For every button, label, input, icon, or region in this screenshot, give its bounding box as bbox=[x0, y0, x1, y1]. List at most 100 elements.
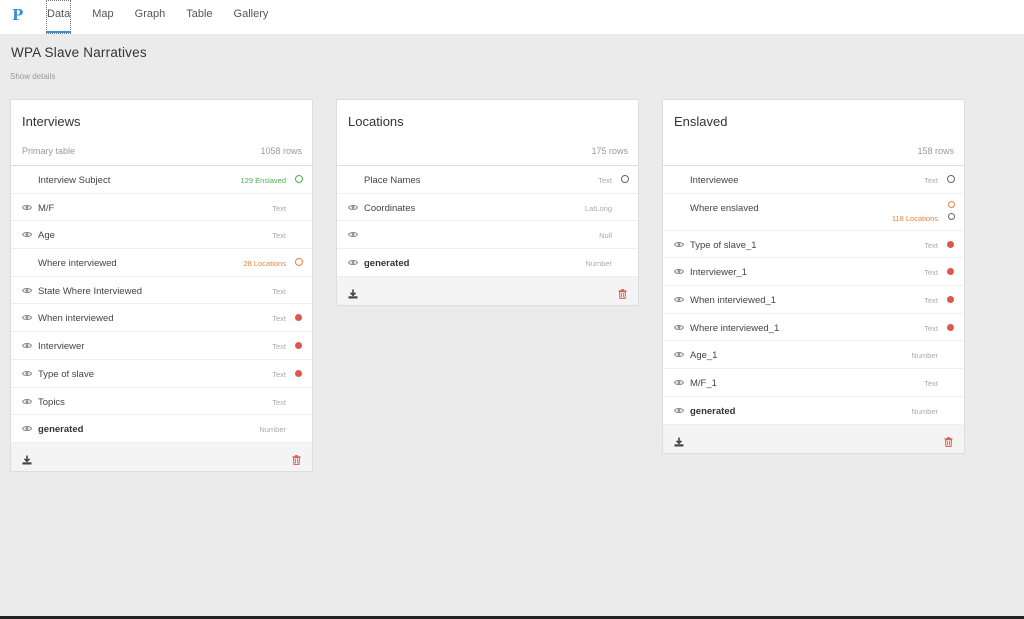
field-type[interactable]: Null bbox=[599, 231, 612, 240]
eye-icon[interactable] bbox=[21, 341, 33, 349]
field-row[interactable]: M/F Text bbox=[11, 194, 312, 222]
link-circle-icon[interactable] bbox=[948, 212, 955, 220]
link-circle-icon[interactable] bbox=[295, 175, 303, 183]
card-title[interactable]: Enslaved bbox=[674, 114, 727, 129]
relation-link[interactable]: 118 Locations bbox=[892, 214, 938, 223]
field-row[interactable]: Interview Subject 129 Enslaved bbox=[11, 166, 312, 194]
field-type[interactable]: Text bbox=[272, 370, 286, 379]
field-row[interactable]: Interviewer Text bbox=[11, 332, 312, 360]
field-row[interactable]: State Where Interviewed Text bbox=[11, 277, 312, 305]
field-name[interactable]: Interviewee bbox=[690, 175, 739, 186]
field-row[interactable]: Type of slave Text bbox=[11, 360, 312, 388]
field-row[interactable]: generated Number bbox=[11, 415, 312, 443]
relation-link[interactable]: 129 Enslaved bbox=[241, 176, 286, 185]
eye-icon[interactable] bbox=[673, 406, 685, 413]
eye-icon[interactable] bbox=[21, 397, 33, 404]
eye-icon[interactable] bbox=[21, 230, 33, 238]
field-type[interactable]: Text bbox=[272, 314, 286, 323]
eye-icon[interactable] bbox=[347, 203, 359, 210]
field-row[interactable]: Interviewee Text bbox=[663, 166, 964, 194]
field-type[interactable]: LatLong bbox=[585, 204, 612, 213]
tab-graph[interactable]: Graph bbox=[135, 0, 166, 34]
relation-link[interactable]: 28 Locations bbox=[243, 259, 286, 268]
download-icon[interactable] bbox=[674, 434, 684, 446]
eye-icon[interactable] bbox=[673, 350, 685, 358]
field-type[interactable]: Text bbox=[924, 296, 938, 305]
tab-data[interactable]: Data bbox=[46, 0, 72, 34]
tab-table[interactable]: Table bbox=[186, 0, 212, 34]
field-row[interactable]: Place Names Text bbox=[337, 166, 638, 194]
field-type[interactable]: Text bbox=[272, 398, 286, 407]
field-row[interactable]: Null bbox=[337, 221, 638, 250]
field-name[interactable]: When interviewed_1 bbox=[690, 295, 776, 306]
download-icon[interactable] bbox=[22, 452, 32, 465]
field-name[interactable]: When interviewed bbox=[38, 313, 114, 324]
field-name[interactable]: generated bbox=[690, 406, 735, 417]
download-icon[interactable] bbox=[348, 286, 358, 299]
field-name[interactable]: Age bbox=[38, 230, 55, 241]
field-name[interactable]: M/F bbox=[38, 203, 54, 214]
eye-icon[interactable] bbox=[21, 286, 33, 293]
field-row[interactable]: Age Text bbox=[11, 221, 312, 250]
field-type[interactable]: Text bbox=[272, 204, 286, 213]
field-row[interactable]: Age_1 Number bbox=[663, 341, 964, 370]
field-type[interactable]: Number bbox=[911, 351, 938, 360]
field-name[interactable]: Type of slave_1 bbox=[690, 240, 757, 251]
field-type[interactable]: Text bbox=[924, 324, 938, 333]
field-type[interactable]: Text bbox=[598, 176, 612, 185]
link-circle-icon[interactable] bbox=[947, 175, 955, 183]
field-row[interactable]: Where interviewed 28 Locations bbox=[11, 249, 312, 277]
eye-icon[interactable] bbox=[21, 203, 33, 210]
field-name[interactable]: generated bbox=[364, 258, 409, 269]
eye-icon[interactable] bbox=[673, 267, 685, 275]
field-type[interactable]: Number bbox=[259, 425, 286, 434]
field-type[interactable]: Text bbox=[924, 241, 938, 250]
field-type[interactable]: Text bbox=[272, 287, 286, 296]
field-name[interactable]: Where enslaved bbox=[690, 203, 759, 214]
field-row[interactable]: M/F_1 Text bbox=[663, 369, 964, 397]
tab-map[interactable]: Map bbox=[92, 0, 113, 34]
card-title[interactable]: Locations bbox=[348, 114, 404, 129]
eye-icon[interactable] bbox=[673, 323, 685, 330]
field-row[interactable]: Where enslaved 118 Locations bbox=[663, 194, 964, 231]
field-type[interactable]: Text bbox=[272, 342, 286, 351]
field-type[interactable]: Text bbox=[272, 231, 286, 240]
field-name[interactable]: Topics bbox=[38, 397, 65, 408]
link-circle-icon[interactable] bbox=[948, 200, 955, 208]
field-name[interactable]: Where interviewed bbox=[38, 258, 117, 269]
trash-icon[interactable] bbox=[944, 434, 953, 447]
app-logo[interactable]: P bbox=[12, 6, 23, 24]
link-circle-icon[interactable] bbox=[295, 258, 303, 267]
field-row[interactable]: Topics Text bbox=[11, 388, 312, 416]
field-row[interactable]: Type of slave_1 Text bbox=[663, 231, 964, 259]
show-details-link[interactable]: Show details bbox=[10, 72, 55, 81]
field-name[interactable]: Interviewer bbox=[38, 341, 84, 352]
field-name[interactable]: M/F_1 bbox=[690, 378, 717, 389]
field-row[interactable]: When interviewed_1 Text bbox=[663, 286, 964, 314]
field-row[interactable]: Interviewer_1 Text bbox=[663, 258, 964, 287]
eye-icon[interactable] bbox=[673, 240, 685, 247]
card-title[interactable]: Interviews bbox=[22, 114, 81, 129]
trash-icon[interactable] bbox=[292, 452, 301, 465]
field-row[interactable]: When interviewed Text bbox=[11, 304, 312, 333]
tab-gallery[interactable]: Gallery bbox=[234, 0, 269, 34]
field-row[interactable]: Where interviewed_1 Text bbox=[663, 314, 964, 342]
field-name[interactable]: Interviewer_1 bbox=[690, 267, 747, 278]
eye-icon[interactable] bbox=[347, 258, 359, 266]
eye-icon[interactable] bbox=[21, 369, 33, 376]
trash-icon[interactable] bbox=[618, 286, 627, 299]
field-type[interactable]: Text bbox=[924, 268, 938, 277]
eye-icon[interactable] bbox=[347, 230, 359, 238]
field-name[interactable]: Interview Subject bbox=[38, 175, 110, 186]
field-name[interactable]: generated bbox=[38, 424, 83, 435]
field-name[interactable]: Place Names bbox=[364, 175, 421, 186]
eye-icon[interactable] bbox=[673, 295, 685, 303]
eye-icon[interactable] bbox=[21, 424, 33, 432]
field-type[interactable]: Number bbox=[911, 407, 938, 416]
field-row[interactable]: Coordinates LatLong bbox=[337, 194, 638, 222]
field-type[interactable]: Text bbox=[924, 379, 938, 388]
field-name[interactable]: State Where Interviewed bbox=[38, 286, 142, 297]
field-name[interactable]: Coordinates bbox=[364, 203, 415, 214]
eye-icon[interactable] bbox=[21, 313, 33, 321]
field-name[interactable]: Age_1 bbox=[690, 350, 717, 361]
